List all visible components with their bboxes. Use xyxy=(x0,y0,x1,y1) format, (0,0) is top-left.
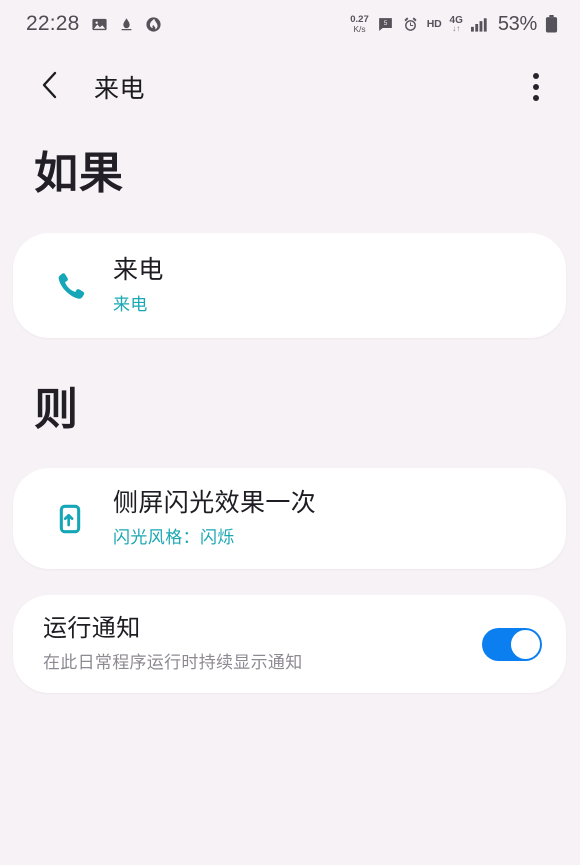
do-not-disturb-icon xyxy=(119,16,134,33)
message-badge-icon: 5 xyxy=(377,16,394,33)
run-notification-subtitle: 在此日常程序运行时持续显示通知 xyxy=(43,653,303,673)
network-speed-indicator: 0.27 K/s xyxy=(350,13,369,34)
trigger-card[interactable]: 来电 来电 xyxy=(13,233,566,338)
phone-screen: 22:28 0.27 K/s 5 HD 4G ↓↑ 53% 来电 如果 来电 来… xyxy=(0,0,580,865)
more-vertical-icon-dot xyxy=(533,95,539,101)
back-button[interactable] xyxy=(30,68,68,106)
status-clock: 22:28 xyxy=(26,12,80,35)
network-data-arrows: ↓↑ xyxy=(452,23,461,33)
more-vertical-icon-dot xyxy=(533,73,539,79)
trigger-card-text: 来电 来电 xyxy=(113,256,164,316)
toggle-knob xyxy=(510,628,541,660)
edge-lighting-icon xyxy=(49,503,91,535)
run-notification-text: 运行通知 在此日常程序运行时持续显示通知 xyxy=(43,615,482,674)
signal-bars-icon xyxy=(470,16,490,32)
action-card-row: 侧屏闪光效果一次 闪光风格：闪烁 xyxy=(13,468,566,569)
svg-text:5: 5 xyxy=(383,20,387,27)
battery-percent-label: 53% xyxy=(497,12,537,35)
hd-badge: HD xyxy=(426,18,442,30)
network-speed-unit: K/s xyxy=(353,24,366,34)
trigger-card-row: 来电 来电 xyxy=(13,233,566,338)
run-notification-row: 运行通知 在此日常程序运行时持续显示通知 xyxy=(13,595,566,693)
then-section-heading: 则 xyxy=(34,385,79,434)
page-title: 来电 xyxy=(94,75,146,103)
image-icon xyxy=(91,16,108,33)
run-notification-title: 运行通知 xyxy=(43,614,141,642)
run-notification-card[interactable]: 运行通知 在此日常程序运行时持续显示通知 xyxy=(13,595,566,693)
trigger-card-subtitle: 来电 xyxy=(113,295,148,315)
action-card-title: 侧屏闪光效果一次 xyxy=(113,488,317,517)
network-speed-value: 0.27 xyxy=(350,13,369,25)
if-section-heading: 如果 xyxy=(34,149,124,198)
network-type-indicator: 4G ↓↑ xyxy=(450,15,463,33)
trigger-card-title: 来电 xyxy=(113,255,164,284)
app-bar: 来电 xyxy=(0,54,580,120)
more-vertical-icon-dot xyxy=(533,84,539,90)
action-card[interactable]: 侧屏闪光效果一次 闪光风格：闪烁 xyxy=(13,468,566,569)
battery-icon xyxy=(545,15,558,33)
alarm-icon xyxy=(402,16,419,33)
status-bar: 22:28 0.27 K/s 5 HD 4G ↓↑ 53% xyxy=(0,0,580,48)
status-bar-left: 22:28 xyxy=(26,12,162,36)
status-bar-right: 0.27 K/s 5 HD 4G ↓↑ 53% xyxy=(350,13,558,36)
phone-call-icon xyxy=(49,269,91,303)
flame-icon xyxy=(145,16,162,33)
action-card-text: 侧屏闪光效果一次 闪光风格：闪烁 xyxy=(113,489,316,549)
more-options-button[interactable] xyxy=(516,67,556,107)
action-card-subtitle: 闪光风格：闪烁 xyxy=(113,528,235,548)
run-notification-toggle[interactable] xyxy=(482,627,542,661)
back-chevron-icon xyxy=(38,70,60,105)
